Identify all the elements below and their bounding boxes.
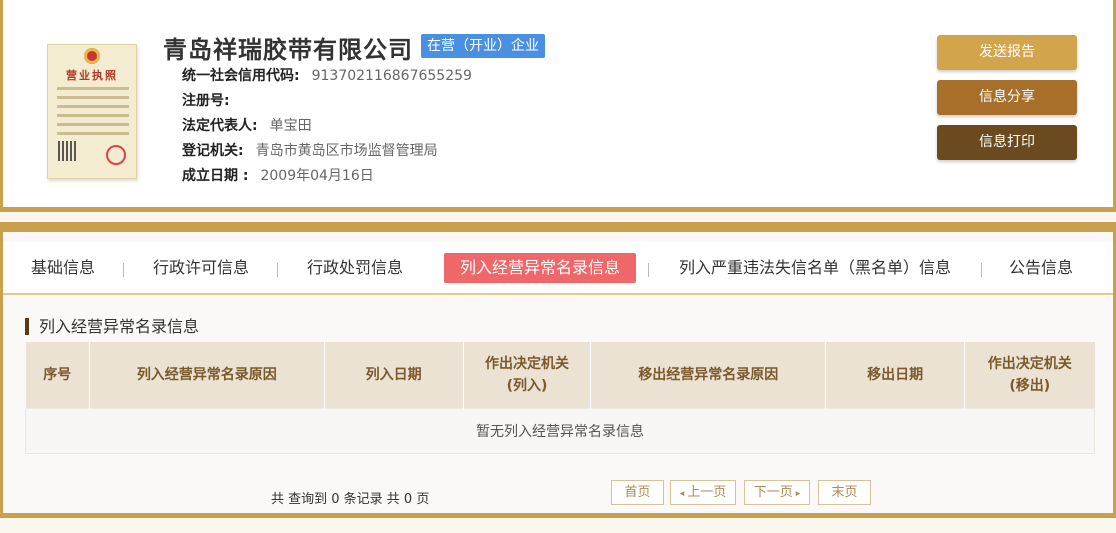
establishment-date-row: 成立日期 : 2009年04月16日 (182, 164, 472, 189)
registration-number-row: 注册号: (182, 89, 472, 114)
share-info-button[interactable]: 信息分享 (937, 80, 1077, 115)
last-page-button[interactable]: 末页 (818, 480, 871, 505)
next-page-label: 下一页 (753, 485, 793, 500)
business-license-image[interactable]: 营业执照 (47, 44, 137, 179)
first-page-button[interactable]: 首页 (611, 480, 664, 505)
credit-code-value: 913702116867655259 (311, 68, 472, 84)
column-header-removal-date: 移出日期 (825, 342, 966, 408)
column-header-index: 序号 (25, 342, 90, 408)
tab-admin-penalty[interactable]: 行政处罚信息 (307, 253, 403, 283)
company-name: 青岛祥瑞胶带有限公司 (163, 36, 413, 64)
chevron-right-icon: ▸ (792, 489, 801, 499)
column-header-listing-date: 列入日期 (324, 342, 464, 408)
credit-code-label: 统一社会信用代码: (182, 68, 300, 84)
registration-authority-row: 登记机关: 青岛市黄岛区市场监督管理局 (182, 139, 472, 164)
section-title: 列入经营异常名录信息 (25, 318, 199, 335)
abnormal-operation-table: 序号 列入经营异常名录原因 列入日期 作出决定机关(列入) 移出经营异常名录原因… (25, 342, 1095, 454)
table-header-row: 序号 列入经营异常名录原因 列入日期 作出决定机关(列入) 移出经营异常名录原因… (25, 342, 1095, 408)
tab-bar: 基础信息 行政许可信息 行政处罚信息 列入经营异常名录信息 列入严重违法失信名单… (3, 242, 1113, 295)
next-page-button[interactable]: 下一页 ▸ (744, 480, 810, 505)
legal-representative-value: 单宝田 (269, 118, 312, 134)
official-seal-icon (106, 145, 126, 165)
column-header-removal-reason: 移出经营异常名录原因 (590, 342, 827, 408)
print-info-button[interactable]: 信息打印 (937, 125, 1077, 160)
status-badge: 在营（开业）企业 (421, 34, 545, 58)
tab-announcements[interactable]: 公告信息 (1009, 253, 1073, 283)
column-header-listing-reason: 列入经营异常名录原因 (89, 342, 325, 408)
establishment-date-label: 成立日期 : (182, 168, 249, 184)
send-report-button[interactable]: 发送报告 (937, 35, 1077, 70)
record-count-summary: 共 查询到 0 条记录 共 0 页 (271, 492, 430, 507)
tab-basic-info[interactable]: 基础信息 (31, 253, 95, 283)
table-row: 暂无列入经营异常名录信息 (25, 407, 1095, 454)
tab-blacklist[interactable]: 列入严重违法失信名单（黑名单）信息 (679, 253, 951, 283)
national-emblem-icon (84, 48, 100, 64)
registration-authority-value: 青岛市黄岛区市场监督管理局 (255, 143, 438, 159)
legal-representative-label: 法定代表人: (182, 118, 258, 134)
column-header-removal-authority: 作出决定机关(移出) (964, 342, 1095, 408)
qr-code-icon (58, 141, 78, 161)
license-caption: 营业执照 (66, 69, 118, 82)
empty-table-message: 暂无列入经营异常名录信息 (25, 407, 1095, 454)
establishment-date-value: 2009年04月16日 (260, 168, 374, 184)
detail-tabs-card: 基础信息 行政许可信息 行政处罚信息 列入经营异常名录信息 列入严重违法失信名单… (0, 222, 1116, 518)
registration-authority-label: 登记机关: (182, 143, 244, 159)
prev-page-label: 上一页 (687, 485, 727, 500)
credit-code-row: 统一社会信用代码: 913702116867655259 (182, 64, 472, 89)
company-header-card: 营业执照 青岛祥瑞胶带有限公司 在营（开业）企业 统一社会信用代码: 913702… (0, 0, 1116, 212)
tab-admin-license[interactable]: 行政许可信息 (153, 253, 249, 283)
tab-abnormal-operation[interactable]: 列入经营异常名录信息 (444, 253, 637, 283)
prev-page-button[interactable]: ◂ 上一页 (670, 480, 736, 505)
registration-number-label: 注册号: (182, 93, 230, 109)
legal-representative-row: 法定代表人: 单宝田 (182, 114, 472, 139)
company-info-list: 统一社会信用代码: 913702116867655259 注册号: 法定代表人: 单… (182, 64, 472, 189)
column-header-listing-authority: 作出决定机关(列入) (463, 342, 592, 408)
